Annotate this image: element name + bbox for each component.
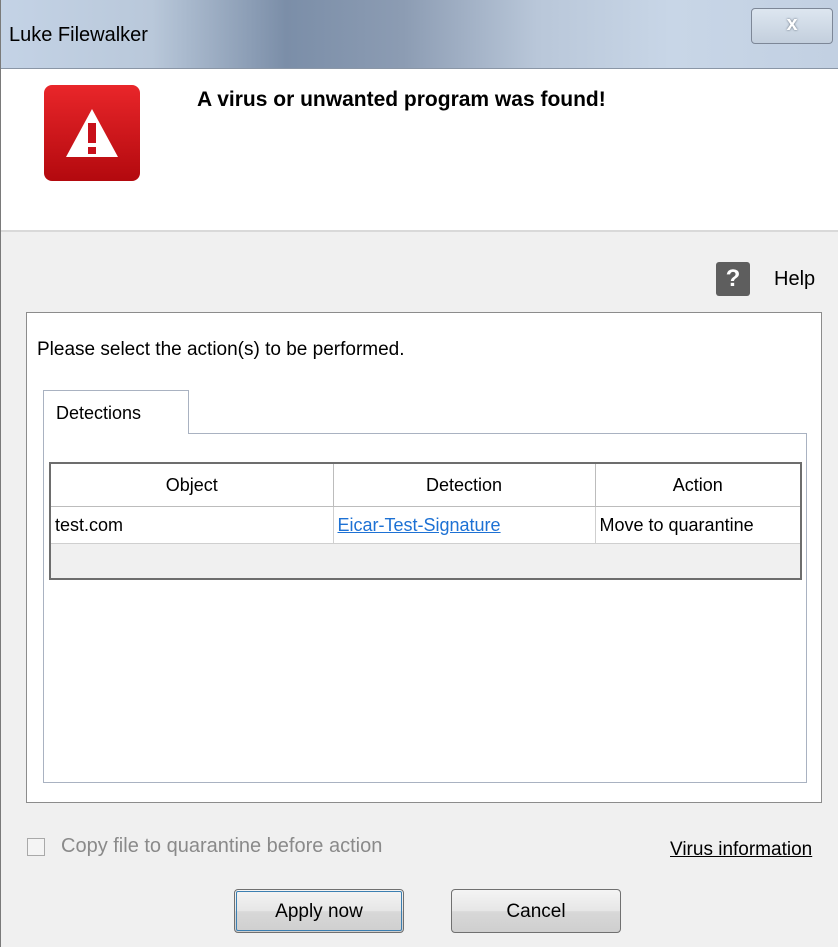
cancel-button[interactable]: Cancel: [451, 889, 621, 933]
instruction-text: Please select the action(s) to be perfor…: [37, 339, 405, 360]
cell-object: test.com: [51, 506, 334, 544]
copy-to-quarantine-checkbox: [27, 837, 45, 856]
cell-action[interactable]: Move to quarantine: [595, 506, 800, 544]
apply-now-button[interactable]: Apply now: [234, 889, 404, 933]
actions-panel: Please select the action(s) to be perfor…: [26, 312, 822, 803]
column-header-detection[interactable]: Detection: [333, 464, 596, 507]
warning-icon: [44, 85, 140, 181]
detections-tab-panel: Object Detection Action test.com Eicar-T…: [43, 433, 807, 783]
alert-message: A virus or unwanted program was found!: [197, 88, 606, 111]
help-icon: ?: [716, 262, 750, 296]
copy-to-quarantine-option: Copy file to quarantine before action: [27, 835, 382, 858]
column-header-action[interactable]: Action: [595, 464, 800, 507]
cell-detection: Eicar-Test-Signature: [333, 506, 596, 544]
detection-link[interactable]: Eicar-Test-Signature: [338, 515, 501, 535]
copy-to-quarantine-label: Copy file to quarantine before action: [61, 835, 383, 857]
title-bar[interactable]: Luke Filewalker x: [1, 0, 838, 69]
help-label[interactable]: Help: [774, 268, 815, 291]
tab-detections[interactable]: Detections: [43, 390, 189, 434]
window-title: Luke Filewalker: [9, 24, 148, 46]
close-button[interactable]: x: [751, 8, 833, 44]
alert-header: A virus or unwanted program was found!: [1, 69, 838, 232]
table-row[interactable]: test.com Eicar-Test-Signature Move to qu…: [51, 506, 800, 544]
detections-table: Object Detection Action test.com Eicar-T…: [49, 462, 802, 580]
close-icon: x: [786, 13, 798, 35]
virus-information-link[interactable]: Virus information: [670, 839, 812, 861]
help-link[interactable]: ? Help: [716, 262, 815, 296]
column-header-object[interactable]: Object: [51, 464, 334, 507]
dialog-window: Luke Filewalker x A virus or unwanted pr…: [0, 0, 838, 947]
table-header-row: Object Detection Action: [51, 464, 800, 507]
